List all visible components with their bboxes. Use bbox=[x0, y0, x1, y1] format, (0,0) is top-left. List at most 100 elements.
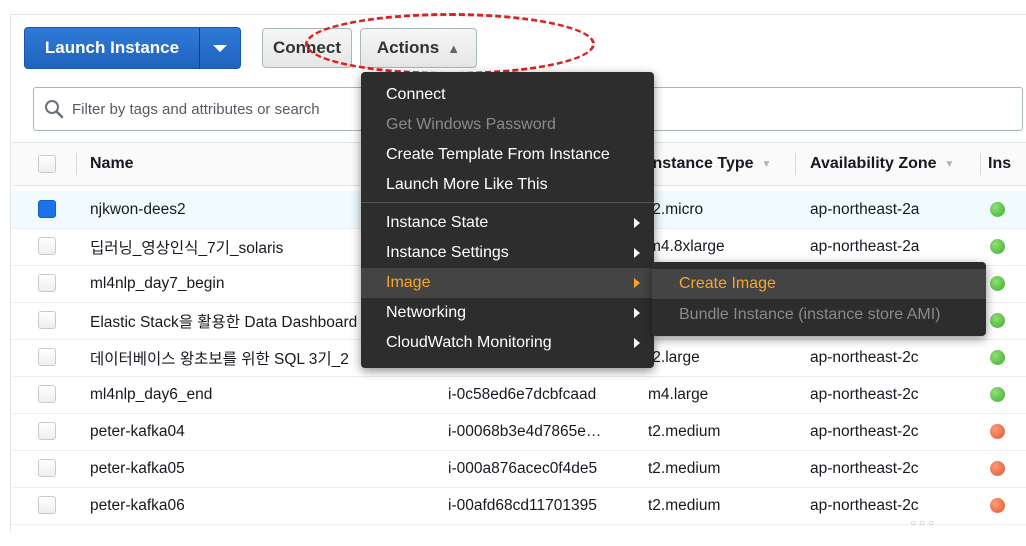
table-row[interactable]: peter-kafka06 i-00afd68cd11701395 t2.mediu… bbox=[12, 487, 1026, 525]
menu-item-get-windows-password: Get Windows Password bbox=[361, 110, 654, 140]
column-header-instance-type-label: Instance Type bbox=[648, 155, 754, 172]
menu-item-label: Launch More Like This bbox=[386, 176, 548, 193]
launch-instance-button[interactable]: Launch Instance bbox=[24, 27, 200, 69]
availability-zone: ap-northeast-2a bbox=[810, 237, 920, 255]
menu-item-label: Create Image bbox=[679, 275, 776, 292]
menu-item-instance-state[interactable]: Instance State bbox=[361, 208, 654, 238]
instance-type: m4.8xlarge bbox=[648, 237, 725, 255]
instance-name: peter-kafka04 bbox=[90, 422, 185, 440]
menu-item-launch-more[interactable]: Launch More Like This bbox=[361, 170, 654, 200]
instance-type: t2.medium bbox=[648, 496, 721, 514]
availability-zone: ap-northeast-2c bbox=[810, 496, 919, 514]
status-indicator-icon bbox=[990, 498, 1005, 513]
availability-zone: ap-northeast-2c bbox=[810, 348, 919, 366]
menu-item-label: Create Template From Instance bbox=[386, 146, 610, 163]
instance-type: m4.large bbox=[648, 385, 709, 403]
menu-divider bbox=[361, 202, 654, 203]
menu-item-label: Connect bbox=[386, 86, 446, 103]
instance-name: peter-kafka05 bbox=[90, 459, 185, 477]
instance-type: t2.medium bbox=[648, 459, 721, 477]
filter-input[interactable] bbox=[70, 99, 374, 119]
column-header-availability-zone-label: Availability Zone bbox=[810, 155, 937, 172]
instance-name: 딥러닝_영상인식_7기_solaris bbox=[90, 239, 284, 257]
actions-label: Actions bbox=[376, 38, 440, 57]
instance-type: t2.large bbox=[648, 348, 700, 366]
row-checkbox[interactable] bbox=[38, 459, 56, 477]
image-submenu: Create Image Bundle Instance (instance st… bbox=[652, 262, 986, 336]
instance-name: njkwon-dees2 bbox=[90, 200, 186, 218]
menu-item-label: Get Windows Password bbox=[386, 116, 556, 133]
status-indicator-icon bbox=[990, 461, 1005, 476]
row-checkbox[interactable] bbox=[38, 237, 56, 255]
chevron-right-icon bbox=[634, 218, 640, 228]
row-checkbox[interactable] bbox=[38, 200, 56, 218]
select-all-checkbox[interactable] bbox=[38, 155, 56, 173]
chevron-up-icon: ▲ bbox=[447, 40, 461, 56]
menu-item-networking[interactable]: Networking bbox=[361, 298, 654, 328]
table-row[interactable]: peter-kafka05 i-000a876acec0f4de5 t2.mediu… bbox=[12, 450, 1026, 488]
status-indicator-icon bbox=[990, 424, 1005, 439]
menu-item-label: CloudWatch Monitoring bbox=[386, 334, 552, 351]
instance-id: i-00068b3e4d7865e… bbox=[448, 422, 602, 440]
actions-button[interactable]: Actions ▲ bbox=[360, 28, 477, 68]
instance-type: t2.medium bbox=[648, 422, 721, 440]
row-checkbox[interactable] bbox=[38, 311, 56, 329]
status-indicator-icon bbox=[990, 313, 1005, 328]
launch-dropdown-button[interactable] bbox=[199, 27, 241, 69]
connect-button[interactable]: Connect bbox=[262, 28, 352, 68]
row-checkbox[interactable] bbox=[38, 385, 56, 403]
menu-item-create-template[interactable]: Create Template From Instance bbox=[361, 140, 654, 170]
availability-zone: ap-northeast-2c bbox=[810, 459, 919, 477]
menu-item-image[interactable]: Image bbox=[361, 268, 654, 298]
row-checkbox[interactable] bbox=[38, 274, 56, 292]
menu-item-label: Instance Settings bbox=[386, 244, 509, 261]
menu-item-bundle-instance: Bundle Instance (instance store AMI) bbox=[652, 300, 986, 330]
menu-item-create-image[interactable]: Create Image bbox=[652, 269, 986, 299]
menu-item-label: Bundle Instance (instance store AMI) bbox=[679, 306, 941, 323]
column-divider bbox=[980, 153, 981, 175]
menu-item-instance-settings[interactable]: Instance Settings bbox=[361, 238, 654, 268]
column-header-instance-state[interactable]: Ins bbox=[988, 143, 1011, 185]
table-row[interactable]: ml4nlp_day6_end i-0c58ed6e7dcbfcaad m4.lar… bbox=[12, 376, 1026, 414]
menu-item-label: Image bbox=[386, 274, 431, 291]
chevron-down-icon bbox=[213, 44, 227, 52]
search-icon bbox=[45, 100, 64, 119]
sort-icon: ▼ bbox=[761, 158, 772, 170]
instance-name: ml4nlp_day6_end bbox=[90, 385, 213, 403]
instance-id: i-0c58ed6e7dcbfcaad bbox=[448, 385, 597, 403]
status-indicator-icon bbox=[990, 387, 1005, 402]
actions-menu: Connect Get Windows Password Create Templa… bbox=[361, 72, 654, 368]
instance-name: Elastic Stack을 활용한 Data Dashboard bbox=[90, 313, 358, 331]
chevron-right-icon bbox=[634, 308, 640, 318]
availability-zone: ap-northeast-2c bbox=[810, 422, 919, 440]
row-checkbox[interactable] bbox=[38, 496, 56, 514]
status-indicator-icon bbox=[990, 276, 1005, 291]
column-header-name-label: Name bbox=[90, 155, 134, 172]
row-checkbox[interactable] bbox=[38, 348, 56, 366]
chevron-right-icon bbox=[634, 338, 640, 348]
column-divider bbox=[795, 153, 796, 175]
more-icon: ○○○ bbox=[910, 518, 938, 529]
instance-type: t2.micro bbox=[648, 200, 704, 218]
menu-item-connect[interactable]: Connect bbox=[361, 80, 654, 110]
chevron-right-icon bbox=[634, 278, 640, 288]
status-indicator-icon bbox=[990, 239, 1005, 254]
column-header-instance-type[interactable]: Instance Type ▼ bbox=[648, 143, 771, 185]
availability-zone: ap-northeast-2a bbox=[810, 200, 920, 218]
column-divider bbox=[76, 153, 77, 175]
instance-name: peter-kafka06 bbox=[90, 496, 185, 514]
status-indicator-icon bbox=[990, 350, 1005, 365]
availability-zone: ap-northeast-2c bbox=[810, 385, 919, 403]
column-header-availability-zone[interactable]: Availability Zone ▼ bbox=[810, 143, 954, 185]
instance-name: ml4nlp_day7_begin bbox=[90, 274, 225, 292]
menu-item-label: Networking bbox=[386, 304, 467, 321]
column-header-instance-state-label: Ins bbox=[988, 155, 1012, 172]
menu-item-cloudwatch-monitoring[interactable]: CloudWatch Monitoring bbox=[361, 328, 654, 358]
table-row[interactable]: peter-kafka04 i-00068b3e4d7865e… t2.medium… bbox=[12, 413, 1026, 451]
sort-icon: ▼ bbox=[944, 158, 955, 170]
status-indicator-icon bbox=[990, 202, 1005, 217]
row-checkbox[interactable] bbox=[38, 422, 56, 440]
instance-id: i-000a876acec0f4de5 bbox=[448, 459, 598, 477]
instance-name: 데이터베이스 왕초보를 위한 SQL 3기_2 bbox=[90, 350, 349, 368]
column-header-name[interactable]: Name bbox=[90, 143, 134, 185]
